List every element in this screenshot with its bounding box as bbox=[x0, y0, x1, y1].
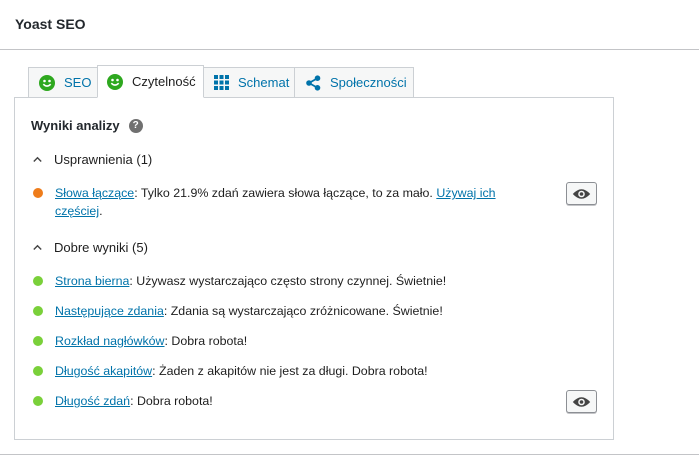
improvements-label: Usprawnienia (1) bbox=[54, 152, 153, 167]
list-item: Długość akapitów: Żaden z akapitów nie j… bbox=[33, 362, 503, 380]
smiley-icon bbox=[107, 73, 123, 90]
good-results-toggle[interactable]: Dobre wyniki (5) bbox=[33, 240, 148, 255]
item-text: Rozkład nagłówków: Dobra robota! bbox=[55, 334, 248, 348]
readability-panel: Wyniki analizy ? Usprawnienia (1) Słowa … bbox=[14, 97, 614, 440]
chevron-up-icon bbox=[33, 243, 42, 252]
status-dot-good bbox=[33, 306, 43, 316]
analysis-heading-text: Wyniki analizy bbox=[31, 118, 120, 133]
result-link[interactable]: Długość zdań bbox=[55, 394, 130, 408]
item-text: Długość akapitów: Żaden z akapitów nie j… bbox=[55, 364, 428, 378]
list-item: Strona bierna: Używasz wystarczająco czę… bbox=[33, 272, 503, 290]
divider bbox=[0, 454, 699, 455]
tab-label: SEO bbox=[64, 75, 92, 90]
tab-seo[interactable]: SEO bbox=[28, 67, 98, 98]
divider bbox=[0, 49, 699, 50]
analysis-heading: Wyniki analizy ? bbox=[31, 118, 143, 133]
eye-icon bbox=[572, 188, 591, 200]
tab-label: Społeczności bbox=[330, 75, 407, 90]
metabox-title: Yoast SEO bbox=[15, 16, 86, 32]
status-dot-good bbox=[33, 276, 43, 286]
item-text: Słowa łączące: Tylko 21.9% zdań zawiera … bbox=[55, 186, 496, 218]
item-text: Strona bierna: Używasz wystarczająco czę… bbox=[55, 274, 447, 288]
result-link[interactable]: Długość akapitów bbox=[55, 364, 152, 378]
tab-label: Schemat bbox=[238, 75, 290, 90]
tab-label: Czytelność bbox=[132, 74, 196, 89]
grid-icon bbox=[214, 75, 229, 90]
highlight-button[interactable] bbox=[566, 182, 597, 205]
help-icon[interactable]: ? bbox=[128, 118, 143, 133]
tab-readability[interactable]: Czytelność bbox=[97, 65, 204, 98]
status-dot-good bbox=[33, 366, 43, 376]
tab-schema[interactable]: Schemat bbox=[203, 67, 295, 98]
eye-icon bbox=[572, 396, 591, 408]
result-link[interactable]: Następujące zdania bbox=[55, 304, 164, 318]
list-item: Długość zdań: Dobra robota! bbox=[33, 392, 503, 410]
item-text: Długość zdań: Dobra robota! bbox=[55, 394, 213, 408]
status-dot-ok bbox=[33, 188, 43, 198]
result-link[interactable]: Rozkład nagłówków bbox=[55, 334, 165, 348]
status-dot-good bbox=[33, 396, 43, 406]
chevron-up-icon bbox=[33, 155, 42, 164]
list-item: Następujące zdania: Zdania są wystarczaj… bbox=[33, 302, 503, 320]
result-link[interactable]: Słowa łączące bbox=[55, 186, 134, 200]
share-icon bbox=[305, 74, 321, 91]
list-item: Rozkład nagłówków: Dobra robota! bbox=[33, 332, 503, 350]
status-dot-good bbox=[33, 336, 43, 346]
list-item: Słowa łączące: Tylko 21.9% zdań zawiera … bbox=[33, 184, 503, 220]
tab-social[interactable]: Społeczności bbox=[294, 67, 414, 98]
result-link[interactable]: Strona bierna bbox=[55, 274, 129, 288]
item-text: Następujące zdania: Zdania są wystarczaj… bbox=[55, 304, 443, 318]
smiley-icon bbox=[39, 74, 55, 91]
good-results-label: Dobre wyniki (5) bbox=[54, 240, 148, 255]
highlight-button[interactable] bbox=[566, 390, 597, 413]
improvements-toggle[interactable]: Usprawnienia (1) bbox=[33, 152, 152, 167]
